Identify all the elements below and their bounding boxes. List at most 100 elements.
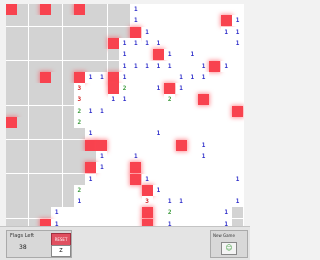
number-cell[interactable]: 1 [130,37,142,49]
empty-cell[interactable] [221,174,232,185]
unrevealed-cell[interactable] [6,196,17,208]
number-cell[interactable]: 1 [186,49,198,61]
unrevealed-cell[interactable] [62,83,74,95]
unrevealed-cell[interactable] [107,49,119,61]
empty-cell[interactable] [142,4,153,15]
mine-cell[interactable] [73,71,85,83]
unrevealed-cell[interactable] [6,71,17,83]
empty-cell[interactable] [63,207,74,218]
mine-cell[interactable] [130,162,142,174]
empty-cell[interactable] [164,106,175,117]
empty-cell[interactable] [119,117,130,128]
empty-cell[interactable] [108,185,119,196]
empty-cell[interactable] [130,106,141,117]
unrevealed-cell[interactable] [62,117,74,128]
empty-cell[interactable] [176,4,187,15]
unrevealed-cell[interactable] [39,15,51,27]
unrevealed-cell[interactable] [28,83,40,95]
number-cell[interactable]: 1 [198,60,210,72]
empty-cell[interactable] [153,219,164,226]
unrevealed-cell[interactable] [39,37,51,49]
unrevealed-cell[interactable] [107,60,119,72]
unrevealed-cell[interactable] [62,15,74,27]
number-cell[interactable]: 2 [119,83,130,95]
number-cell[interactable]: 1 [85,71,97,83]
empty-cell[interactable] [153,174,164,185]
unrevealed-cell[interactable] [28,196,40,208]
unrevealed-cell[interactable] [6,49,17,61]
mine-cell[interactable] [6,4,17,15]
unrevealed-cell[interactable] [17,218,29,226]
unrevealed-cell[interactable] [28,37,40,49]
unrevealed-cell[interactable] [6,218,17,226]
empty-cell[interactable] [187,61,198,72]
empty-cell[interactable] [187,94,198,105]
empty-cell[interactable] [209,185,220,196]
empty-cell[interactable] [130,117,141,128]
unrevealed-cell[interactable] [62,162,74,174]
unrevealed-cell[interactable] [6,207,17,219]
unrevealed-cell[interactable] [17,117,29,128]
unrevealed-cell[interactable] [62,4,74,15]
unrevealed-cell[interactable] [6,15,17,27]
unrevealed-cell[interactable] [28,207,40,219]
number-cell[interactable]: 1 [220,26,232,38]
empty-cell[interactable] [96,185,107,196]
unrevealed-cell[interactable] [17,26,29,38]
unrevealed-cell[interactable] [39,196,51,208]
empty-cell[interactable] [164,72,175,83]
unrevealed-cell[interactable] [39,105,51,117]
number-cell[interactable]: 1 [164,196,176,208]
unrevealed-cell[interactable] [28,26,40,38]
empty-cell[interactable] [85,219,96,226]
empty-cell[interactable] [142,162,153,173]
empty-cell[interactable] [153,27,164,38]
empty-cell[interactable] [85,185,96,196]
empty-cell[interactable] [119,162,130,173]
empty-cell[interactable] [209,49,220,60]
empty-cell[interactable] [209,4,220,15]
empty-cell[interactable] [130,196,141,207]
number-cell[interactable]: 1 [130,15,142,27]
unrevealed-cell[interactable] [39,162,51,174]
unrevealed-cell[interactable] [107,4,119,15]
number-cell[interactable]: 1 [175,196,187,208]
empty-cell[interactable] [198,185,209,196]
unrevealed-cell[interactable] [28,173,40,185]
mine-cell[interactable] [107,71,119,83]
empty-cell[interactable] [232,49,243,60]
unrevealed-cell[interactable] [73,15,85,27]
empty-cell[interactable] [176,219,187,226]
unrevealed-cell[interactable] [39,173,51,185]
unrevealed-cell[interactable] [107,26,119,38]
unrevealed-cell[interactable] [17,207,29,219]
empty-cell[interactable] [198,219,209,226]
unrevealed-cell[interactable] [51,184,63,196]
empty-cell[interactable] [187,151,198,162]
number-cell[interactable]: 1 [164,49,176,61]
empty-cell[interactable] [187,219,198,226]
number-cell[interactable]: 1 [73,196,85,208]
mode-selector[interactable]: Z [51,245,71,257]
empty-cell[interactable] [85,83,96,94]
empty-cell[interactable] [187,38,198,49]
unrevealed-cell[interactable] [39,184,51,196]
number-cell[interactable]: 1 [175,83,187,95]
unrevealed-cell[interactable] [6,128,17,140]
number-cell[interactable]: 3 [73,83,85,95]
number-cell[interactable]: 1 [232,15,243,27]
number-cell[interactable]: 1 [107,94,119,106]
empty-cell[interactable] [209,207,220,218]
empty-cell[interactable] [108,162,119,173]
unrevealed-cell[interactable] [28,184,40,196]
number-cell[interactable]: 1 [220,218,232,226]
unrevealed-cell[interactable] [85,60,97,72]
unrevealed-cell[interactable] [51,162,63,174]
unrevealed-cell[interactable] [85,4,97,15]
empty-cell[interactable] [130,140,141,151]
unrevealed-cell[interactable] [28,60,40,72]
unrevealed-cell[interactable] [73,173,85,185]
number-cell[interactable]: 1 [96,162,108,174]
unrevealed-cell[interactable] [39,26,51,38]
empty-cell[interactable] [164,117,175,128]
